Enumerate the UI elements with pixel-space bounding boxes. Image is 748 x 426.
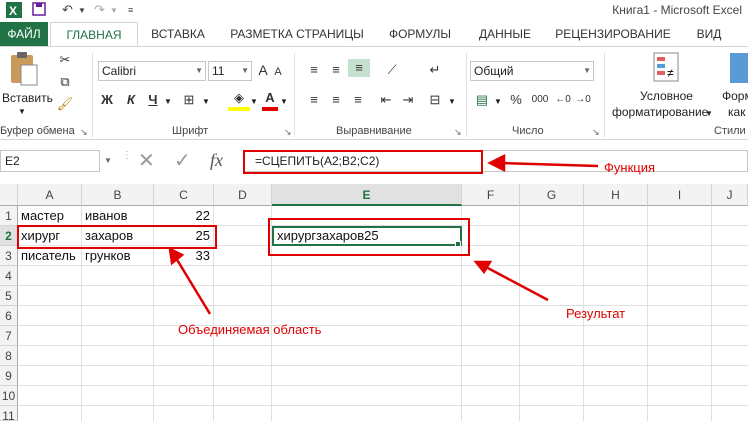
function-arrow — [499, 161, 599, 168]
result-arrow — [483, 264, 549, 302]
function-annotation: Функция — [604, 160, 655, 175]
function-arrowhead — [487, 153, 506, 173]
merged-area-annotation: Объединяемая область — [178, 322, 322, 337]
annotation-arrows — [168, 153, 599, 315]
result-annotation: Результат — [566, 306, 626, 321]
merged-area-arrowhead — [168, 246, 185, 266]
merged-area-arrow — [174, 257, 212, 315]
result-arrowhead — [473, 260, 493, 275]
